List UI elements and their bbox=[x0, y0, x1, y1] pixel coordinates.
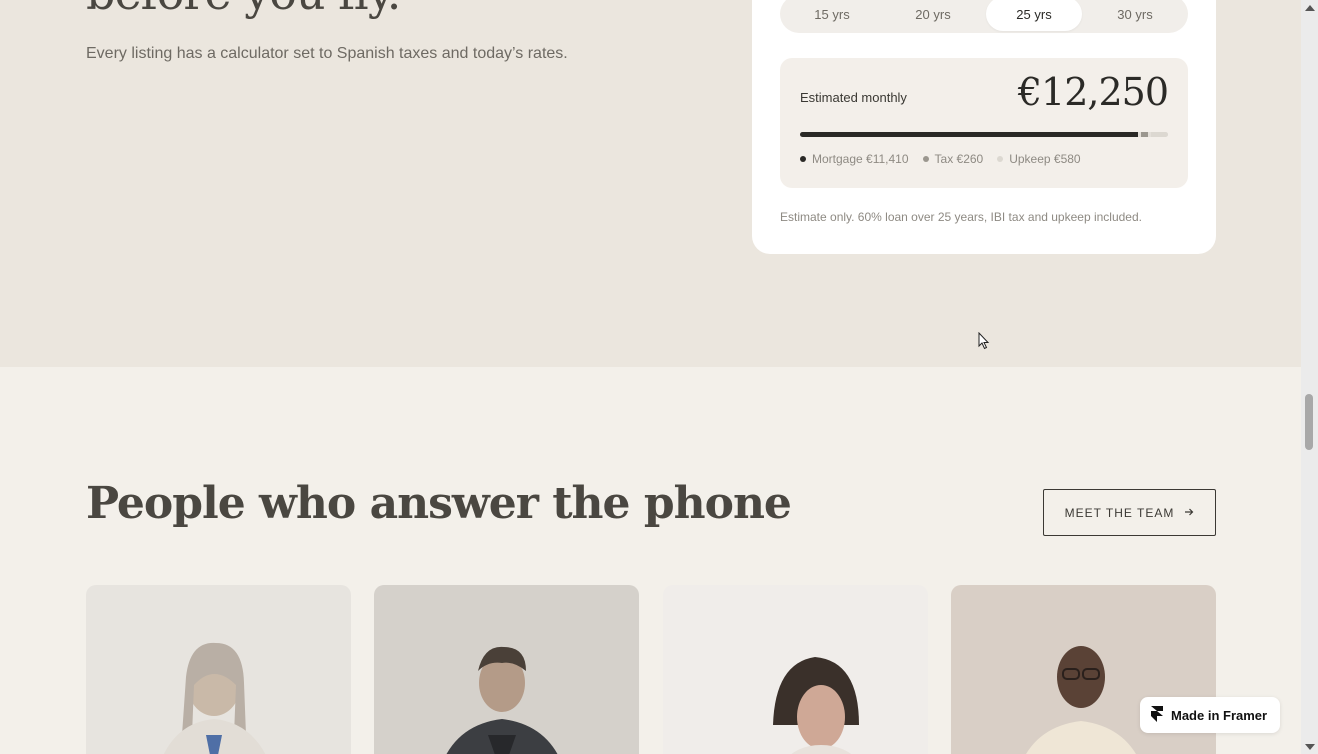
scroll-thumb[interactable] bbox=[1305, 394, 1313, 450]
legend-mortgage: Mortgage €11,410 bbox=[800, 152, 909, 166]
mouse-cursor-icon bbox=[978, 331, 990, 355]
scroll-down-arrow-icon[interactable] bbox=[1305, 744, 1315, 750]
framer-logo-icon bbox=[1151, 705, 1163, 725]
mortgage-dot-icon bbox=[800, 156, 806, 162]
intro-text: Every listing has a calculator set to Sp… bbox=[86, 45, 568, 62]
upkeep-segment bbox=[1151, 132, 1168, 137]
tax-segment bbox=[1141, 132, 1148, 137]
calculator-section: before you fly. Every listing has a calc… bbox=[0, 0, 1301, 367]
term-option-15[interactable]: 15 yrs bbox=[784, 0, 880, 31]
arrow-right-icon bbox=[1184, 506, 1194, 520]
breakdown-legend: Mortgage €11,410 Tax €260 Upkeep €580 bbox=[800, 152, 1081, 166]
team-member-photo bbox=[446, 646, 558, 754]
team-member-photo bbox=[163, 642, 266, 754]
legend-upkeep: Upkeep €580 bbox=[997, 152, 1081, 166]
legend-mortgage-label: Mortgage €11,410 bbox=[812, 152, 909, 166]
term-option-30[interactable]: 30 yrs bbox=[1087, 0, 1183, 31]
calculator-disclaimer: Estimate only. 60% loan over 25 years, I… bbox=[780, 210, 1142, 224]
legend-tax: Tax €260 bbox=[922, 152, 984, 166]
section-headline: before you fly. bbox=[86, 0, 401, 20]
team-member-card[interactable] bbox=[663, 585, 928, 754]
mortgage-segment bbox=[800, 132, 1138, 137]
team-member-card[interactable] bbox=[374, 585, 639, 754]
estimate-panel: Estimated monthly €12,250 Mortgage €11,4… bbox=[780, 58, 1188, 188]
tax-dot-icon bbox=[922, 156, 929, 162]
made-in-framer-label: Made in Framer bbox=[1171, 707, 1268, 723]
cost-breakdown-bar bbox=[800, 132, 1168, 137]
term-option-20[interactable]: 20 yrs bbox=[885, 0, 981, 31]
made-in-framer-badge[interactable]: Made in Framer bbox=[1140, 697, 1280, 733]
term-option-25[interactable]: 25 yrs bbox=[986, 0, 1082, 31]
meet-the-team-button[interactable]: MEET THE TEAM bbox=[1043, 489, 1216, 536]
mortgage-calculator-card: 15 yrs 20 yrs 25 yrs 30 yrs Estimated mo… bbox=[752, 0, 1216, 254]
upkeep-dot-icon bbox=[997, 156, 1004, 162]
estimate-value: €12,250 bbox=[1017, 70, 1169, 114]
legend-upkeep-label: Upkeep €580 bbox=[1009, 152, 1081, 166]
team-member-photo bbox=[773, 657, 859, 754]
legend-tax-label: Tax €260 bbox=[934, 152, 984, 166]
estimate-label: Estimated monthly bbox=[800, 90, 907, 105]
loan-term-selector: 15 yrs 20 yrs 25 yrs 30 yrs bbox=[780, 0, 1188, 33]
team-member-card[interactable] bbox=[86, 585, 351, 754]
team-heading: People who answer the phone bbox=[86, 478, 792, 529]
meet-the-team-label: MEET THE TEAM bbox=[1064, 505, 1175, 520]
scroll-up-arrow-icon[interactable] bbox=[1305, 5, 1315, 11]
vertical-scrollbar[interactable] bbox=[1301, 0, 1318, 754]
